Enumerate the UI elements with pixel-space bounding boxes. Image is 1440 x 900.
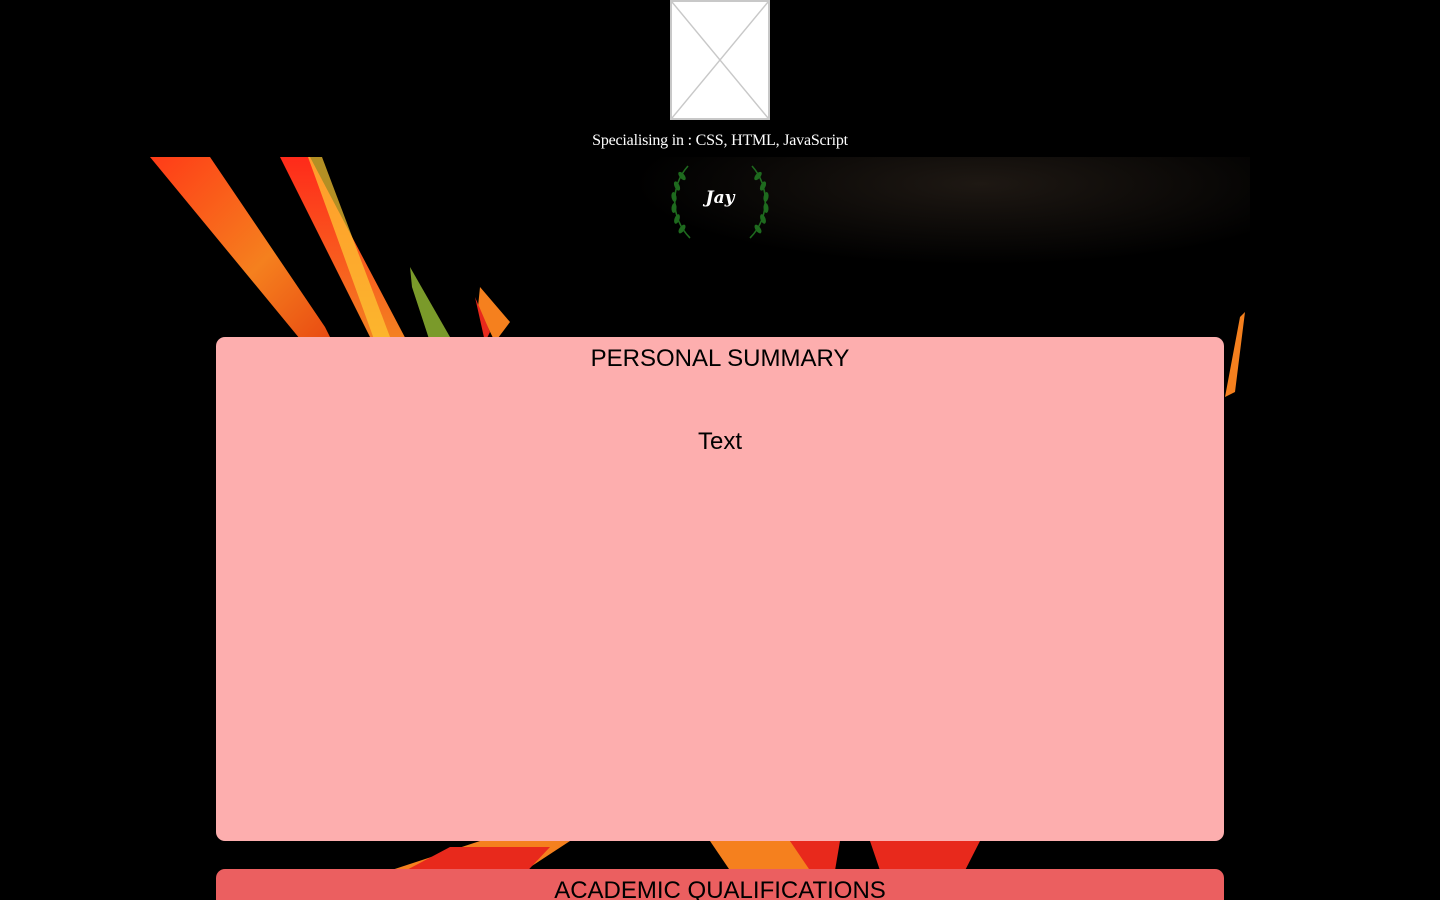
academic-qualifications-title: ACADEMIC QUALIFICATIONS bbox=[554, 877, 886, 900]
academic-qualifications-section: ACADEMIC QUALIFICATIONS bbox=[216, 869, 1224, 900]
profile-image-placeholder bbox=[670, 0, 770, 120]
broken-image-icon bbox=[672, 2, 768, 118]
personal-summary-body: Text bbox=[697, 428, 742, 455]
personal-summary-section: PERSONAL SUMMARY Text bbox=[216, 337, 1224, 841]
logo-name: Jay bbox=[705, 188, 735, 208]
page: Specialising in : CSS, HTML, JavaScript bbox=[0, 0, 1440, 900]
logo[interactable]: Jay bbox=[666, 160, 774, 244]
personal-summary-title: PERSONAL SUMMARY bbox=[590, 345, 850, 372]
specialising-text: Specialising in : CSS, HTML, JavaScript bbox=[592, 132, 848, 149]
